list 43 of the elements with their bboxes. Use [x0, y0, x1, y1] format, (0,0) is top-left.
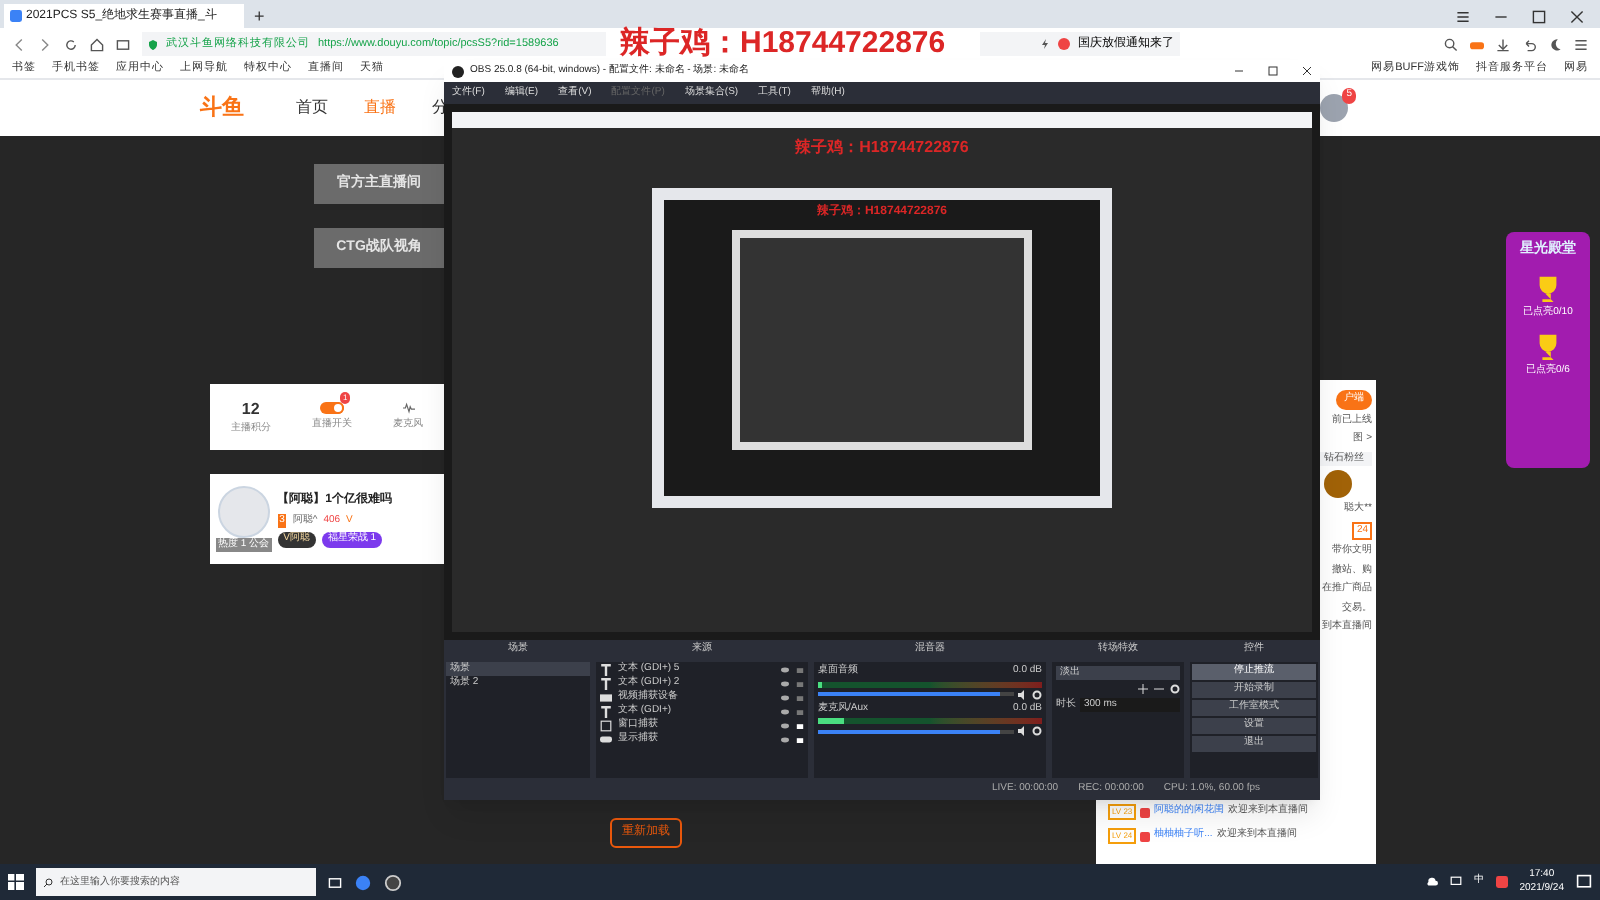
- record-app-icon[interactable]: [384, 873, 402, 891]
- overlay-text: 辣子鸡：H18744722876: [620, 28, 946, 58]
- gear-icon[interactable]: [1170, 684, 1180, 694]
- new-tab-button[interactable]: +: [244, 4, 275, 28]
- avatar-placeholder: [1324, 470, 1352, 498]
- gear-icon[interactable]: [1032, 726, 1042, 736]
- nav-link[interactable]: 首页: [296, 96, 328, 120]
- search-icon: [44, 877, 54, 887]
- menu-icon[interactable]: [1574, 37, 1588, 51]
- back-icon[interactable]: [12, 37, 26, 51]
- app-tray-icon: [1495, 876, 1508, 888]
- download-icon[interactable]: [1496, 37, 1510, 51]
- minimize-icon[interactable]: [1234, 66, 1244, 76]
- undo-icon[interactable]: [1522, 37, 1536, 51]
- menu-icon[interactable]: [1456, 10, 1470, 24]
- close-icon[interactable]: [1570, 10, 1584, 24]
- home-icon[interactable]: [90, 37, 104, 51]
- obs-logo-icon: [452, 65, 464, 77]
- maximize-icon[interactable]: [1268, 66, 1278, 76]
- overlay-text: 辣子鸡：H18744722876: [795, 136, 969, 160]
- search-icon[interactable]: [1444, 37, 1458, 51]
- task-view-icon[interactable]: [328, 875, 342, 889]
- moon-icon[interactable]: [1548, 37, 1562, 51]
- site-logo: 斗鱼: [200, 93, 244, 124]
- forward-icon[interactable]: [38, 37, 52, 51]
- window-icon: [600, 719, 612, 731]
- minus-icon[interactable]: [1154, 684, 1164, 694]
- plus-icon[interactable]: [1138, 684, 1148, 694]
- lightning-icon: [1040, 38, 1050, 50]
- maximize-icon[interactable]: [1532, 10, 1546, 24]
- reload-icon[interactable]: [64, 37, 78, 51]
- shield-icon: [148, 39, 158, 49]
- gear-icon[interactable]: [1032, 689, 1042, 699]
- score-value: 12: [241, 397, 260, 422]
- text-icon: [600, 705, 612, 717]
- windows-logo-icon[interactable]: [8, 874, 24, 890]
- live-toggle[interactable]: [319, 401, 344, 414]
- notification-icon[interactable]: [1576, 874, 1592, 890]
- minimize-icon[interactable]: [1494, 10, 1508, 24]
- avatar-placeholder: [217, 485, 270, 538]
- close-icon[interactable]: [1302, 66, 1312, 76]
- cloud-icon: [1425, 876, 1438, 888]
- sound-wave-icon: [399, 401, 418, 414]
